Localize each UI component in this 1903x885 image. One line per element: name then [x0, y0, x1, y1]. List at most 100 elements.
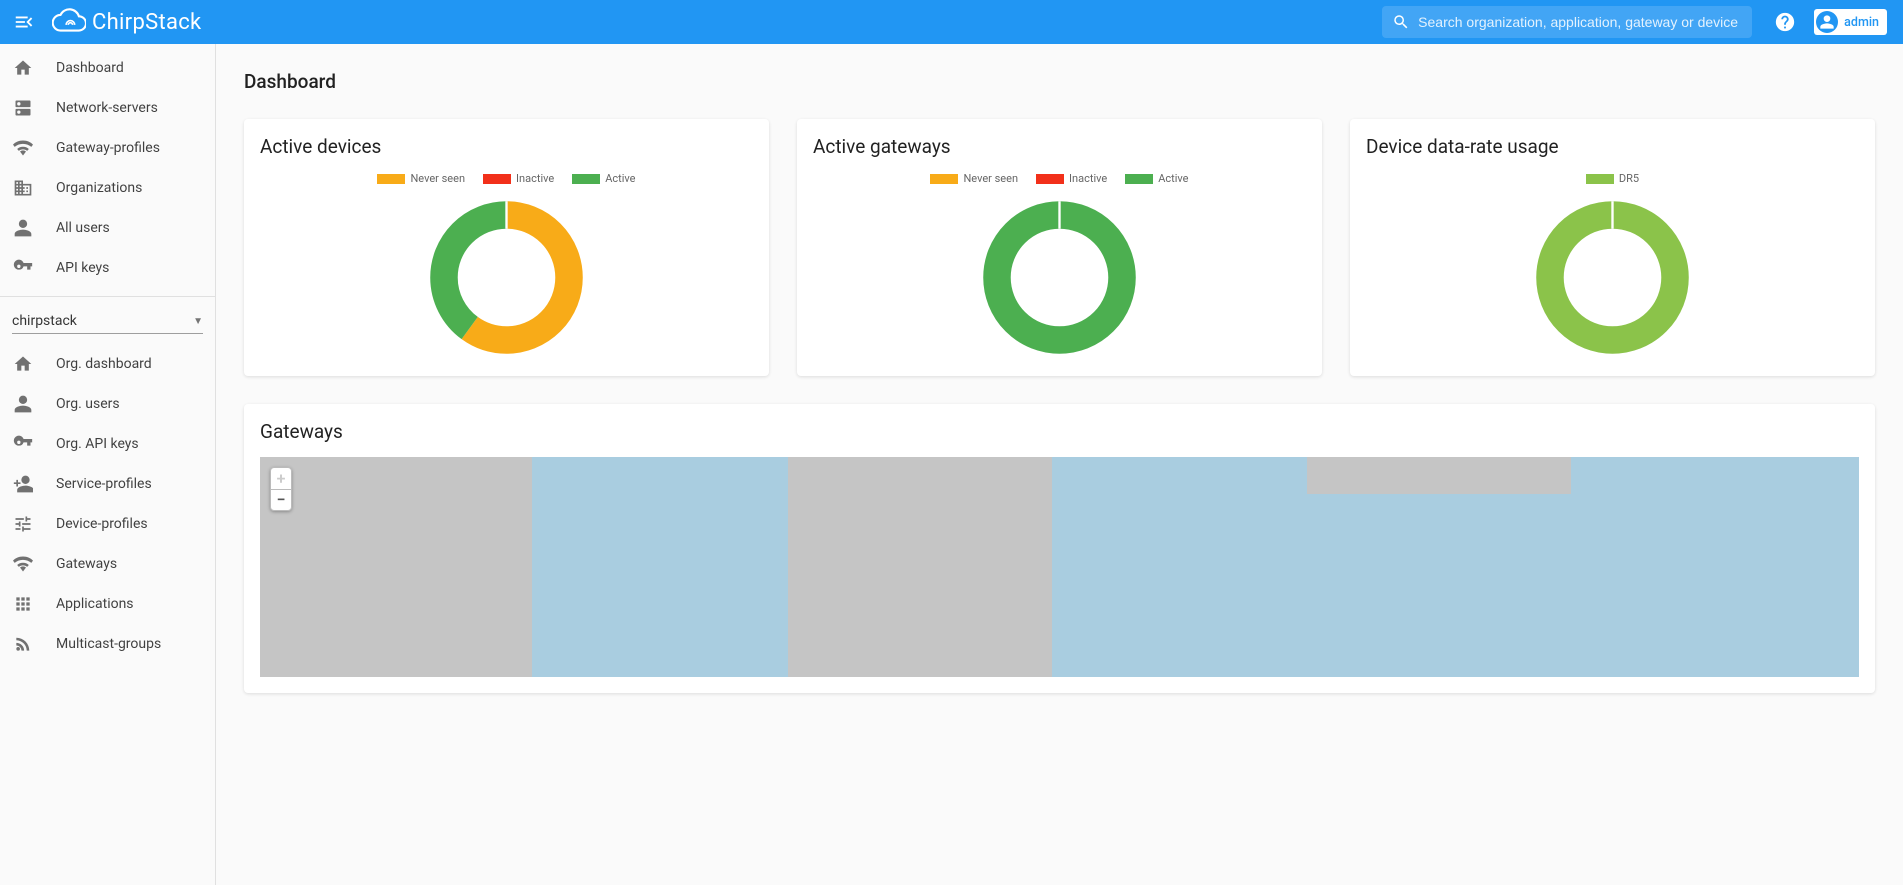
legend-item: Never seen — [930, 172, 1018, 185]
sidebar-item-label: Network-servers — [56, 100, 158, 116]
legend-swatch — [1586, 174, 1614, 184]
chart-legend: Never seen Inactive Active — [260, 172, 753, 185]
org-selector[interactable]: chirpstack ▼ — [0, 301, 215, 340]
key-icon — [12, 434, 34, 454]
sidebar-item-label: API keys — [56, 260, 109, 276]
user-name: admin — [1844, 15, 1879, 30]
sidebar-item-org-users[interactable]: Org. users — [0, 384, 215, 424]
legend-swatch — [930, 174, 958, 184]
sidebar-item-dashboard[interactable]: Dashboard — [0, 48, 215, 88]
wifi-icon — [12, 554, 34, 574]
legend-swatch — [1036, 174, 1064, 184]
sidebar: Dashboard Network-servers Gateway-profiles… — [0, 44, 216, 885]
home-icon — [12, 354, 34, 374]
legend-label: Never seen — [963, 172, 1018, 185]
sidebar-item-network-servers[interactable]: Network-servers — [0, 88, 215, 128]
top-app-bar: ChirpStack admin — [0, 0, 1903, 44]
sidebar-item-label: Gateway-profiles — [56, 140, 160, 156]
zoom-in-button[interactable]: + — [270, 467, 292, 489]
cloud-logo-icon — [52, 8, 86, 36]
legend-item: Active — [572, 172, 635, 185]
menu-toggle-button[interactable] — [6, 4, 42, 40]
active-gateways-card: Active gateways Never seen Inactive Active — [797, 119, 1322, 376]
sidebar-item-applications[interactable]: Applications — [0, 584, 215, 624]
user-avatar-icon — [1816, 11, 1838, 33]
zoom-out-button[interactable]: − — [270, 489, 292, 511]
card-title: Gateways — [260, 420, 1859, 443]
sidebar-item-label: Applications — [56, 596, 134, 612]
sidebar-item-gateways[interactable]: Gateways — [0, 544, 215, 584]
legend-label: Inactive — [1069, 172, 1107, 185]
sidebar-item-all-users[interactable]: All users — [0, 208, 215, 248]
legend-label: DR5 — [1619, 172, 1639, 185]
legend-item: Inactive — [1036, 172, 1107, 185]
gateways-map-card: Gateways + − — [244, 404, 1875, 693]
card-title: Active gateways — [813, 135, 1306, 158]
chart-legend: Never seen Inactive Active — [813, 172, 1306, 185]
chart-legend: DR5 — [1366, 172, 1859, 185]
main-content: Dashboard Active devices Never seen Inact… — [216, 0, 1903, 885]
sidebar-item-multicast-groups[interactable]: Multicast-groups — [0, 624, 215, 664]
sidebar-item-label: Device-profiles — [56, 516, 148, 532]
active-devices-chart — [424, 195, 589, 360]
card-title: Device data-rate usage — [1366, 135, 1859, 158]
apps-icon — [12, 594, 34, 614]
legend-item: Inactive — [483, 172, 554, 185]
data-rate-chart — [1530, 195, 1695, 360]
search-field[interactable] — [1382, 6, 1752, 38]
sidebar-item-label: Org. API keys — [56, 436, 139, 452]
sidebar-item-label: Service-profiles — [56, 476, 152, 492]
legend-label: Active — [605, 172, 635, 185]
map-zoom-control: + − — [270, 467, 292, 511]
person-add-icon — [12, 474, 34, 494]
tune-icon — [12, 514, 34, 534]
gateways-map[interactable]: + − — [260, 457, 1859, 677]
legend-swatch — [1125, 174, 1153, 184]
sidebar-item-label: Multicast-groups — [56, 636, 161, 652]
dns-icon — [12, 98, 34, 118]
key-icon — [12, 258, 34, 278]
home-icon — [12, 58, 34, 78]
active-gateways-chart — [977, 195, 1142, 360]
legend-swatch — [483, 174, 511, 184]
chevron-down-icon: ▼ — [193, 316, 203, 327]
sidebar-item-api-keys[interactable]: API keys — [0, 248, 215, 288]
sidebar-item-label: Gateways — [56, 556, 117, 572]
legend-item: DR5 — [1586, 172, 1639, 185]
data-rate-card: Device data-rate usage DR5 — [1350, 119, 1875, 376]
sidebar-item-label: Organizations — [56, 180, 142, 196]
sidebar-item-device-profiles[interactable]: Device-profiles — [0, 504, 215, 544]
stats-cards-row: Active devices Never seenInactiveActive … — [244, 119, 1875, 376]
person-icon — [12, 218, 34, 238]
domain-icon — [12, 178, 34, 198]
help-button[interactable] — [1774, 11, 1796, 33]
card-title: Active devices — [260, 135, 753, 158]
help-icon — [1774, 11, 1796, 33]
sidebar-item-label: Dashboard — [56, 60, 124, 76]
search-icon — [1392, 13, 1410, 31]
brand-name: ChirpStack — [92, 10, 202, 35]
legend-swatch — [377, 174, 405, 184]
sidebar-item-service-profiles[interactable]: Service-profiles — [0, 464, 215, 504]
rss-icon — [12, 634, 34, 654]
search-input[interactable] — [1418, 14, 1742, 30]
legend-item: Active — [1125, 172, 1188, 185]
sidebar-item-org-dashboard[interactable]: Org. dashboard — [0, 344, 215, 384]
sidebar-item-gateway-profiles[interactable]: Gateway-profiles — [0, 128, 215, 168]
sidebar-item-organizations[interactable]: Organizations — [0, 168, 215, 208]
brand-logo[interactable]: ChirpStack — [52, 8, 202, 36]
legend-item: Never seen — [377, 172, 465, 185]
active-devices-card: Active devices Never seen Inactive Active — [244, 119, 769, 376]
legend-label: Inactive — [516, 172, 554, 185]
sidebar-divider — [0, 296, 215, 297]
sidebar-item-label: All users — [56, 220, 110, 236]
sidebar-item-org-api-keys[interactable]: Org. API keys — [0, 424, 215, 464]
page-title: Dashboard — [244, 70, 1875, 93]
legend-label: Never seen — [410, 172, 465, 185]
legend-swatch — [572, 174, 600, 184]
person-icon — [12, 394, 34, 414]
user-chip[interactable]: admin — [1814, 9, 1887, 35]
org-selector-value: chirpstack — [12, 313, 77, 329]
sidebar-item-label: Org. dashboard — [56, 356, 152, 372]
wifi-icon — [12, 138, 34, 158]
